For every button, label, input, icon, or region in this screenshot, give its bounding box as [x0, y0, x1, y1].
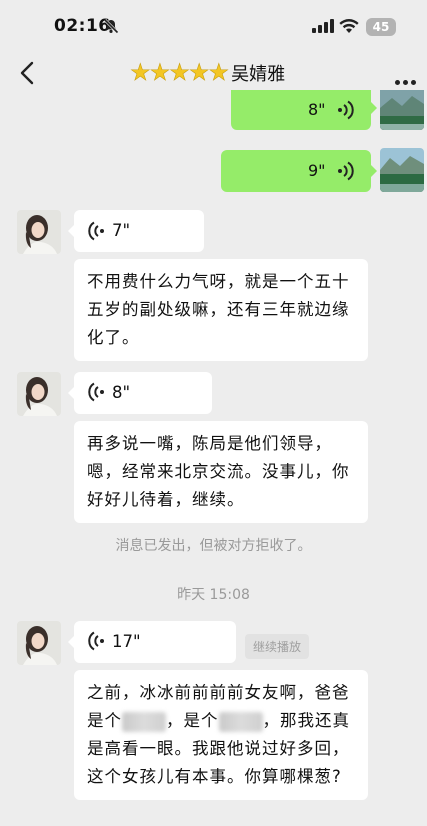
chevron-left-icon[interactable]: [17, 60, 39, 86]
contact-avatar[interactable]: [17, 210, 61, 254]
star-icons: ★★★★★: [130, 60, 230, 87]
message-text: 不用费什么力气呀，就是一个五十五岁的副处级嘛，还有三年就边缘化了。: [87, 272, 350, 347]
incoming-text-message[interactable]: 之前，冰冰前前前前女友啊，爸爸是个 ，是个 ，那我还真是高看一眼。我跟他说过好多回，…: [74, 670, 368, 800]
voice-duration: 9": [308, 161, 326, 180]
redaction-blur: [218, 711, 263, 732]
incoming-text-message[interactable]: 不用费什么力气呀，就是一个五十五岁的副处级嘛，还有三年就边缘化了。: [74, 259, 368, 361]
message-text: 再多说一嘴，陈局是他们领导，嗯，经常来北京交流。没事儿，你好好儿待着，继续。: [87, 434, 350, 509]
message-text-part: ，是个: [166, 711, 219, 730]
incoming-voice-message[interactable]: 8": [68, 372, 212, 414]
more-dots-icon[interactable]: [395, 70, 419, 85]
self-avatar[interactable]: [380, 90, 424, 130]
voice-duration: 8": [308, 100, 326, 119]
voice-duration: 17": [112, 632, 141, 651]
voice-wave-icon: [338, 100, 354, 120]
voice-wave-icon: [88, 221, 104, 241]
timestamp: 昨天 15:08: [177, 587, 250, 603]
voice-duration: 8": [112, 383, 131, 402]
voice-wave-icon: [338, 161, 354, 181]
incoming-text-message[interactable]: 再多说一嘴，陈局是他们领导，嗯，经常来北京交流。没事儿，你好好儿待着，继续。: [74, 421, 368, 523]
contact-avatar[interactable]: [17, 372, 61, 416]
signal-icon: [312, 19, 334, 33]
outgoing-voice-message[interactable]: 9": [221, 150, 377, 192]
voice-wave-icon: [88, 382, 104, 402]
battery-indicator: 45: [366, 18, 396, 36]
incoming-voice-message[interactable]: 17": [68, 621, 236, 663]
contact-name: 吴婧雅: [231, 64, 286, 85]
continue-playing-button[interactable]: 继续播放: [245, 634, 310, 659]
redaction-blur: [122, 711, 166, 732]
incoming-voice-message[interactable]: 7": [68, 210, 204, 252]
contact-avatar[interactable]: [17, 621, 61, 665]
bell-slash-icon: [103, 18, 119, 34]
voice-duration: 7": [112, 221, 131, 240]
voice-wave-icon: [88, 631, 104, 651]
outgoing-voice-message[interactable]: 8": [231, 90, 377, 130]
self-avatar[interactable]: [380, 148, 424, 192]
chat-title: ★★★★★ 吴婧雅: [130, 58, 285, 88]
wifi-icon: [339, 19, 359, 33]
system-notice: 消息已发出，但被对方拒收了。: [115, 538, 312, 554]
